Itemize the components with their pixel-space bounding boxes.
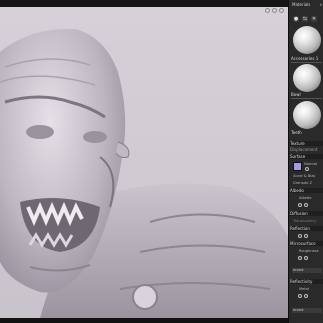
material-ball-bowl[interactable] [293, 64, 321, 92]
bottom-bar [0, 318, 288, 323]
materials-panel: Materials x ● ⇆ ✕ Accessories 1 Bowl Tee… [288, 0, 323, 323]
translucency-label[interactable]: Translucency [293, 219, 323, 223]
toggle-icon[interactable] [298, 203, 302, 207]
divider [291, 62, 322, 63]
metal-label: Metal [299, 287, 309, 291]
toggle-icon[interactable] [305, 167, 309, 171]
normal-label: Normal [304, 162, 318, 166]
viewport-3d[interactable] [0, 7, 288, 318]
section-diffusion[interactable]: Diffusion [290, 211, 323, 216]
roughness-label: Roughness [299, 249, 319, 253]
search-icon[interactable] [304, 256, 308, 260]
scale-bias-label[interactable]: Scale & Bias [293, 174, 323, 178]
divider [291, 98, 322, 99]
search-icon[interactable] [304, 294, 308, 298]
panel-title: Materials [292, 2, 311, 7]
material-ball-teeth[interactable] [293, 101, 321, 129]
section-displacement[interactable]: Displacement [290, 147, 323, 152]
invert-button[interactable]: Invert [292, 268, 322, 273]
material-ball-accessories[interactable] [293, 26, 321, 54]
section-reflection[interactable]: Reflection [290, 226, 323, 231]
normal-map-swatch[interactable] [293, 162, 302, 171]
search-icon[interactable] [304, 234, 308, 238]
toggle-icon[interactable] [298, 256, 302, 260]
toggle-icon[interactable] [298, 294, 302, 298]
search-icon[interactable] [304, 203, 308, 207]
ogre-model [0, 28, 288, 318]
material-label: Bowl [291, 92, 301, 97]
section-surface[interactable]: Surface [290, 154, 323, 159]
delete-icon[interactable]: ✕ [311, 16, 317, 22]
shirt-button [132, 284, 158, 310]
top-bar [0, 0, 323, 7]
section-texture[interactable]: Texture [290, 141, 323, 146]
swap-icon[interactable]: ⇆ [302, 16, 308, 22]
grenade-label[interactable]: Grenade Z [293, 181, 323, 185]
toggle-icon[interactable] [298, 234, 302, 238]
section-albedo[interactable]: Albedo [290, 188, 323, 193]
material-label: Accessories 1 [291, 56, 319, 61]
invert-button-2[interactable]: Invert [292, 308, 322, 313]
close-icon[interactable]: x [320, 2, 322, 7]
section-microsurface[interactable]: Microsurface [290, 241, 323, 246]
section-reflectivity[interactable]: Reflectivity [290, 279, 323, 284]
material-label: Teeth [291, 130, 302, 135]
sphere-icon[interactable]: ● [293, 16, 299, 22]
albedo-sub-label: Albedo [299, 196, 312, 200]
